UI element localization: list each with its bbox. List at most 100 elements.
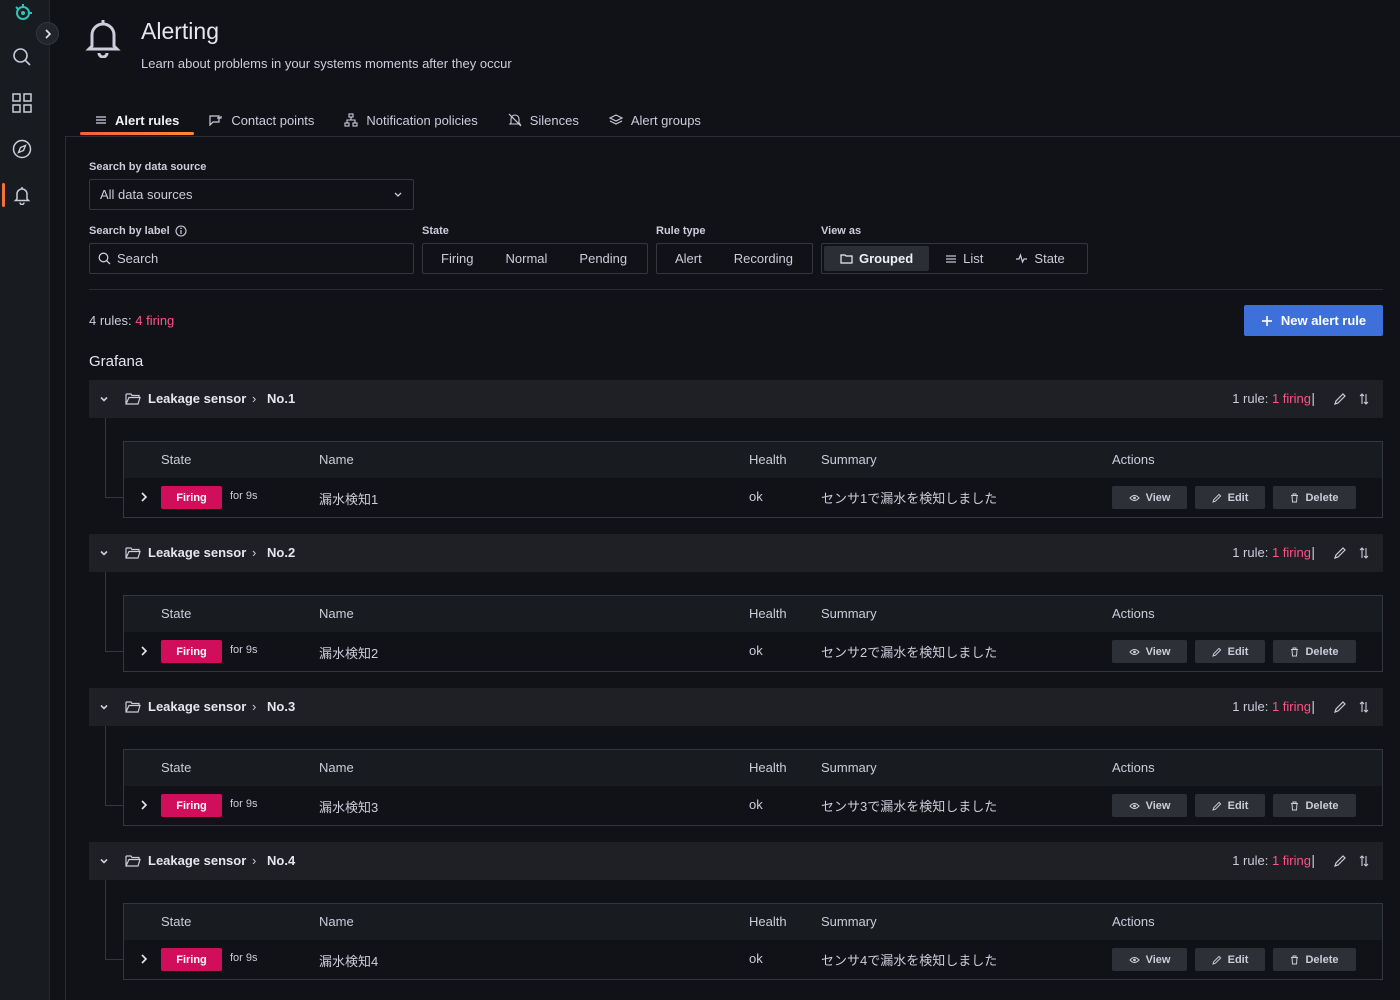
tab-notification-policies[interactable]: Notification policies — [329, 104, 492, 136]
label-search-input[interactable] — [117, 251, 397, 266]
group-separator: › — [252, 545, 257, 560]
rules-table: State Name Health Summary Actions Firing… — [123, 903, 1383, 980]
rule-group-header[interactable]: Leakage sensor › No.3 1 rule: 1 firing | — [89, 688, 1383, 726]
delete-rule-button[interactable]: Delete — [1273, 948, 1356, 971]
datasource-filter-label: Search by data source — [89, 161, 207, 173]
view-rule-button[interactable]: View — [1112, 948, 1187, 971]
rule-type-option-recording[interactable]: Recording — [718, 246, 809, 271]
tab-alert-groups[interactable]: Alert groups — [594, 104, 716, 136]
group-firing-count: 1 firing — [1271, 699, 1311, 714]
group-namespace[interactable]: Leakage sensor — [148, 699, 246, 714]
rule-type-option-alert[interactable]: Alert — [659, 246, 718, 271]
pen-icon[interactable] — [1333, 854, 1347, 868]
pen-icon[interactable] — [1333, 392, 1347, 406]
chevron-down-icon[interactable] — [97, 700, 111, 714]
view-option-state[interactable]: State — [999, 246, 1080, 271]
rule-name: 漏水検知1 — [319, 492, 379, 507]
view-rule-button[interactable]: View — [1112, 794, 1187, 817]
pen-icon[interactable] — [1333, 700, 1347, 714]
delete-rule-button[interactable]: Delete — [1273, 640, 1356, 663]
rules-count-text: 4 rules: — [89, 313, 132, 328]
column-header-state: State — [161, 914, 192, 929]
edit-rule-button[interactable]: Edit — [1195, 948, 1265, 971]
sort-icon[interactable] — [1357, 854, 1371, 868]
column-header-name: Name — [319, 606, 354, 621]
chevron-down-icon[interactable] — [97, 854, 111, 868]
pen-icon — [1211, 801, 1221, 811]
view-option-list[interactable]: List — [929, 246, 999, 271]
tab-label: Notification policies — [366, 112, 478, 128]
expand-menu-button[interactable] — [36, 22, 59, 45]
rule-group-header[interactable]: Leakage sensor › No.1 1 rule: 1 firing | — [89, 380, 1383, 418]
state-option-firing[interactable]: Firing — [425, 246, 490, 271]
tab-contact-points[interactable]: Contact points — [194, 104, 329, 136]
side-menu — [0, 0, 50, 1000]
tab-alert-rules[interactable]: Alert rules — [80, 104, 195, 136]
tab-silences[interactable]: Silences — [493, 104, 594, 136]
sort-icon[interactable] — [1357, 546, 1371, 560]
bell-icon[interactable] — [10, 183, 34, 207]
edit-rule-button[interactable]: Edit — [1195, 640, 1265, 663]
edit-rule-button[interactable]: Edit — [1195, 486, 1265, 509]
chevron-right-icon[interactable] — [138, 953, 150, 965]
new-alert-rule-button[interactable]: New alert rule — [1244, 305, 1383, 336]
search-icon[interactable] — [10, 45, 34, 69]
group-name: No.2 — [267, 545, 296, 560]
delete-rule-button[interactable]: Delete — [1273, 486, 1356, 509]
datasource-select[interactable]: All data sources — [89, 179, 414, 210]
group-namespace[interactable]: Leakage sensor — [148, 853, 246, 868]
state-radio-group: Firing Normal Pending — [422, 243, 648, 274]
group-separator: › — [252, 853, 257, 868]
state-option-pending[interactable]: Pending — [563, 246, 643, 271]
rule-type-filter-label: Rule type — [656, 225, 706, 237]
group-namespace[interactable]: Leakage sensor — [148, 545, 246, 560]
chevron-down-icon[interactable] — [97, 546, 111, 560]
info-circle-icon[interactable] — [175, 225, 187, 237]
rules-table: State Name Health Summary Actions Firing… — [123, 441, 1383, 518]
grafana-logo-icon[interactable] — [12, 3, 34, 23]
rule-health: ok — [749, 951, 763, 966]
group-namespace[interactable]: Leakage sensor — [148, 391, 246, 406]
tree-branch — [105, 959, 123, 960]
group-firing-count: 1 firing — [1271, 853, 1311, 868]
rule-group-header[interactable]: Leakage sensor › No.2 1 rule: 1 firing | — [89, 534, 1383, 572]
chevron-right-icon[interactable] — [138, 799, 150, 811]
column-header-actions: Actions — [1112, 606, 1155, 621]
chevron-right-icon[interactable] — [138, 491, 150, 503]
compass-icon[interactable] — [10, 137, 34, 161]
rule-group-header[interactable]: Leakage sensor › No.4 1 rule: 1 firing | — [89, 842, 1383, 880]
table-row[interactable]: Firing for 9s 漏水検知1 ok センサ1で漏水を検知しました Vi… — [124, 478, 1382, 517]
table-row[interactable]: Firing for 9s 漏水検知4 ok センサ4で漏水を検知しました Vi… — [124, 940, 1382, 979]
rules-table: State Name Health Summary Actions Firing… — [123, 749, 1383, 826]
delete-rule-button[interactable]: Delete — [1273, 794, 1356, 817]
dashboards-icon[interactable] — [10, 91, 34, 115]
page-title: Alerting — [141, 18, 219, 44]
view-option-grouped[interactable]: Grouped — [824, 246, 930, 271]
tree-branch — [105, 497, 123, 498]
table-row[interactable]: Firing for 9s 漏水検知2 ok センサ2で漏水を検知しました Vi… — [124, 632, 1382, 671]
chevron-down-icon[interactable] — [97, 392, 111, 406]
column-header-actions: Actions — [1112, 452, 1155, 467]
group-firing-count: 1 firing — [1271, 545, 1311, 560]
tree-line — [105, 418, 106, 498]
group-name: No.3 — [267, 699, 296, 714]
eye-icon — [1128, 802, 1140, 809]
tab-label: Alert rules — [115, 112, 180, 128]
pen-icon[interactable] — [1333, 546, 1347, 560]
search-icon — [98, 252, 111, 265]
view-button-label: View — [1145, 645, 1171, 658]
sort-icon[interactable] — [1357, 392, 1371, 406]
chevron-right-icon[interactable] — [138, 645, 150, 657]
column-header-health: Health — [749, 606, 787, 621]
folder-open-icon — [125, 547, 141, 559]
table-row[interactable]: Firing for 9s 漏水検知3 ok センサ3で漏水を検知しました Vi… — [124, 786, 1382, 825]
edit-button-label: Edit — [1227, 953, 1249, 966]
group-divider: | — [1311, 698, 1315, 714]
state-option-normal[interactable]: Normal — [490, 246, 564, 271]
label-search-field[interactable] — [89, 243, 414, 274]
edit-button-label: Edit — [1227, 645, 1249, 658]
view-rule-button[interactable]: View — [1112, 640, 1187, 663]
sort-icon[interactable] — [1357, 700, 1371, 714]
view-rule-button[interactable]: View — [1112, 486, 1187, 509]
edit-rule-button[interactable]: Edit — [1195, 794, 1265, 817]
